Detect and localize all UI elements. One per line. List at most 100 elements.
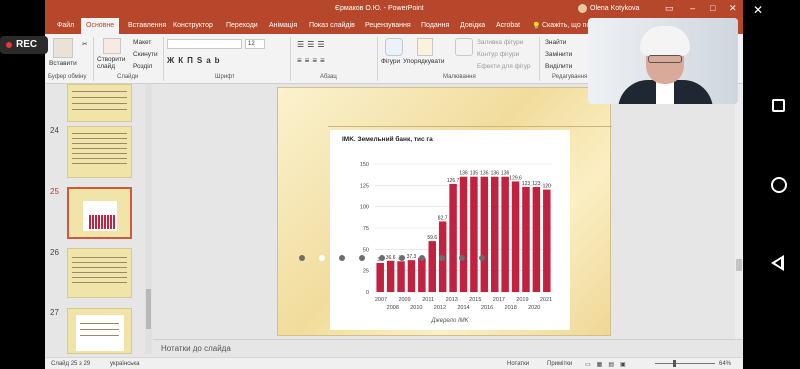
arrange-button[interactable]: Упорядкувати [403,58,444,65]
shape-fill-button[interactable]: Заливка фігури [477,39,523,46]
divider [93,37,94,81]
maximize-icon[interactable]: □ [710,3,715,13]
close-icon[interactable]: ✕ [753,2,763,18]
section-button[interactable]: Розділ [133,63,152,70]
chart-image[interactable]: 02550751001251503436.63637.359.682.7126.… [330,130,570,330]
font-format-buttons[interactable]: ЖКПSab [167,56,224,65]
group-clipboard: Буфер обміну [48,74,87,80]
dot [479,255,485,261]
new-slide-icon[interactable] [103,38,121,54]
reset-button[interactable]: Скинути [133,51,158,58]
shape-outline-button[interactable]: Контур фігури [477,51,519,58]
status-bar: Слайд 25 з 29 українська Нотатки Примітк… [45,357,743,369]
divider [539,37,540,81]
font-size-input[interactable]: 12 [245,39,265,49]
notes-toggle[interactable]: Нотатки [507,361,529,367]
view-buttons[interactable]: ▭▦▤▣ [585,361,632,368]
chart-bar [376,262,384,292]
language-indicator[interactable]: українська [110,361,140,367]
data-label: 120 [543,184,552,190]
data-label: 59.6 [427,235,437,241]
tab-acrobat[interactable]: Acrobat [496,22,520,29]
chart-bar [470,176,478,292]
comments-toggle[interactable]: Примітки [547,361,572,367]
webcam-overlay [588,18,738,104]
x-tick-label: 2018 [505,305,517,311]
x-tick-label: 2012 [434,305,446,311]
chart-bar [397,261,405,292]
tab-animations[interactable]: Анімація [269,22,297,29]
zoom-level[interactable]: 64% [719,361,731,367]
tab-transitions[interactable]: Переходи [226,22,258,29]
group-editing: Редагування [552,74,588,80]
group-font: Шрифт [215,74,235,80]
close-icon[interactable]: ✕ [729,3,737,14]
shape-effects-button[interactable]: Ефекти для фігур [477,63,531,70]
tab-file[interactable]: Файл [57,22,74,29]
y-tick-label: 75 [363,226,369,232]
group-paragraph: Абзац [320,74,337,80]
x-tick-label: 2015 [469,297,481,303]
minimize-icon[interactable]: – [690,3,695,13]
quick-styles-icon[interactable] [455,38,473,56]
x-tick-label: 2009 [398,297,410,303]
zoom-slider-thumb[interactable] [673,360,676,367]
chart-bar [522,186,530,292]
notes-placeholder: Нотатки до слайда [161,344,231,353]
x-tick-label: 2010 [410,305,422,311]
select-button[interactable]: Виділити [545,63,572,70]
slide-thumbnail-23[interactable] [67,84,132,122]
tab-help[interactable]: Довідка [460,22,485,29]
recents-icon[interactable] [772,99,785,112]
ribbon-display-icon[interactable]: ▭ [665,3,674,14]
tab-view[interactable]: Подання [421,22,449,29]
cut-icon[interactable]: ✂ [82,40,87,48]
replace-button[interactable]: Замінити [545,51,572,58]
user-avatar[interactable] [578,4,587,13]
find-button[interactable]: Знайти [545,39,566,46]
slide-editor: 02550751001251503436.63637.359.682.7126.… [153,84,743,339]
zoom-slider[interactable] [655,363,715,364]
dot [439,255,445,261]
notes-pane[interactable]: Нотатки до слайда [153,339,743,357]
y-tick-label: 50 [363,247,369,253]
font-name-input[interactable] [167,39,242,49]
shapes-icon[interactable] [385,38,403,56]
chart-bar [490,176,499,292]
tab-review[interactable]: Рецензування [365,22,411,29]
dot [379,255,385,261]
slide-canvas[interactable]: 02550751001251503436.63637.359.682.7126.… [277,87,612,336]
slide-scrollbar[interactable] [735,84,743,339]
data-label: 136 [501,171,510,177]
slide-thumbnail-26[interactable] [67,248,132,298]
x-tick-label: 2020 [528,305,540,311]
tab-design[interactable]: Конструктор [173,22,213,29]
x-tick-label: 2016 [481,305,493,311]
shapes-button[interactable]: Фігури [381,58,400,65]
paste-button[interactable]: Вставити [49,60,77,67]
record-icon [6,42,12,48]
tell-me-search[interactable]: Скажіть, що пот [542,22,593,29]
new-slide-button[interactable]: Створити слайд [97,56,129,70]
slide-thumbnail-24[interactable] [67,126,132,178]
group-slides: Слайди [117,74,139,80]
layout-button[interactable]: Макет [133,39,151,46]
dot [299,255,305,261]
home-icon[interactable] [771,177,787,193]
arrange-icon[interactable] [417,38,433,56]
tab-home[interactable]: Основне [81,18,120,34]
paragraph-list-buttons[interactable]: ☰☰☰ [297,40,328,49]
thumbnail-scrollbar[interactable] [145,84,152,354]
data-label: 136 [480,171,489,177]
tab-insert[interactable]: Вставлення [128,22,166,29]
paste-icon[interactable] [53,38,73,58]
slide-thumbnail-pane: 24 25 26 27 [45,84,153,354]
slide-thumbnail-27[interactable] [67,308,132,354]
slide-thumbnail-25[interactable] [67,187,132,239]
y-tick-label: 125 [360,183,369,189]
paragraph-align-buttons[interactable]: ≡≡≡≡ [297,56,328,65]
dot [399,255,405,261]
x-tick-label: 2019 [516,297,528,303]
user-name[interactable]: Olena Kotykova [590,5,639,12]
tab-slideshow[interactable]: Показ слайдів [309,22,355,29]
